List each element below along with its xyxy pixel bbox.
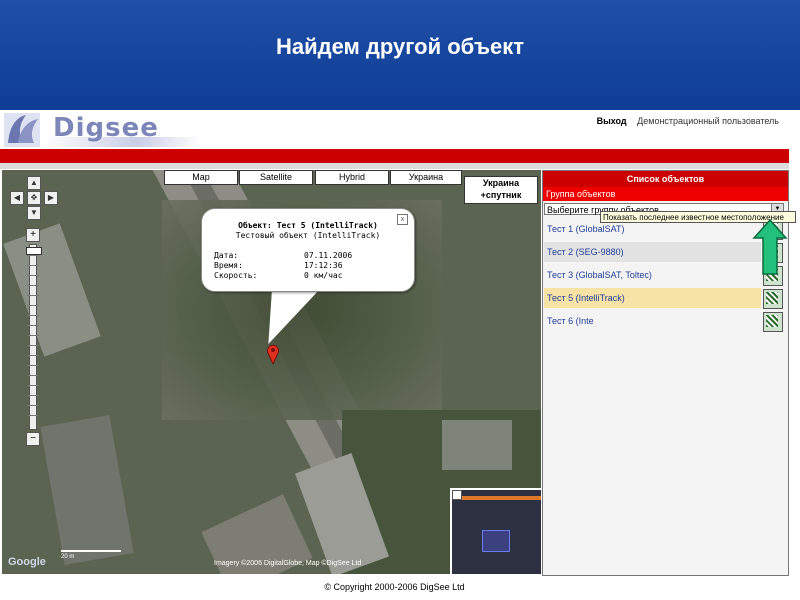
logo-mark-icon — [4, 113, 40, 147]
map-type-hybrid-button[interactable]: Hybrid — [315, 170, 389, 185]
map-thumbnail-icon — [766, 292, 778, 304]
info-window-subtitle: Тестовый объект (IntelliTrack) — [235, 231, 381, 240]
zoom-tick — [27, 295, 39, 296]
object-list-item[interactable]: Тест 2 (SEG-9880) — [544, 242, 761, 262]
app-topbar: Digsee Выход Демонстрационный пользовате… — [0, 111, 789, 149]
pan-right-icon[interactable]: ▶ — [44, 191, 58, 205]
object-list-item[interactable]: Тест 6 (Inte — [544, 311, 761, 331]
zoom-tick — [27, 335, 39, 336]
map-thumbnail-icon — [766, 315, 778, 327]
digsee-logo: Digsee — [4, 113, 199, 147]
map-imagery-credit: Imagery ©2006 DigitalGlobe, Map ©DigSee … — [214, 560, 362, 567]
google-logo: Google — [8, 556, 46, 568]
current-user-label: Демонстрационный пользователь — [637, 116, 779, 126]
zoom-tick — [27, 325, 39, 326]
overview-road — [452, 496, 541, 500]
overview-toggle-icon[interactable] — [452, 490, 462, 500]
info-label: Скорость: — [214, 271, 258, 280]
header-red-band — [0, 149, 789, 163]
map-scale: 20 m — [57, 544, 127, 562]
overview-map[interactable] — [450, 488, 541, 574]
active-type-line1: Украина — [482, 178, 520, 188]
zoom-slider[interactable] — [26, 244, 42, 430]
info-window-title: Объект: Тест 5 (IntelliTrack) — [238, 221, 378, 230]
zoom-tick — [27, 405, 39, 406]
digsee-app: Digsee Выход Демонстрационный пользовате… — [0, 111, 789, 600]
zoom-tick — [27, 255, 39, 256]
info-window: x Объект: Тест 5 (IntelliTrack) Тестовый… — [201, 208, 415, 292]
zoom-tick — [27, 275, 39, 276]
pan-up-icon[interactable]: ▲ — [27, 176, 41, 190]
info-label: Время: — [214, 261, 243, 270]
info-label: Дата: — [214, 251, 239, 260]
info-value: 17:12:36 — [304, 261, 343, 270]
zoom-slider-thumb[interactable] — [26, 247, 42, 255]
zoom-tick — [27, 375, 39, 376]
pointer-arrow-icon — [752, 218, 788, 275]
pan-left-icon[interactable]: ◀ — [10, 191, 24, 205]
zoom-tick — [27, 355, 39, 356]
map-type-satellite-button[interactable]: Satellite — [239, 170, 313, 185]
object-list-item[interactable]: Тест 3 (GlobalSAT, Toltec) — [544, 265, 761, 285]
active-type-line2: +спутник — [480, 190, 522, 200]
zoom-tick — [27, 385, 39, 386]
pan-down-icon[interactable]: ▼ — [27, 206, 41, 220]
zoom-tick — [27, 415, 39, 416]
map-type-ukraine-button[interactable]: Украина — [390, 170, 462, 185]
scale-label: 20 m — [61, 554, 75, 560]
map-building — [442, 420, 512, 470]
info-value: 0 км/час — [304, 271, 343, 280]
zoom-tick — [27, 395, 39, 396]
slide-title: Найдем другой объект — [275, 34, 525, 59]
map-building — [3, 223, 101, 357]
pan-control: ▲ ◀ ✥ ▶ ▼ — [10, 176, 58, 222]
show-location-icon[interactable] — [763, 312, 783, 332]
zoom-tick — [27, 265, 39, 266]
map-type-map-button[interactable]: Map — [164, 170, 238, 185]
logout-link[interactable]: Выход — [597, 116, 627, 126]
header-gray-strip — [0, 163, 789, 169]
scale-bar — [61, 550, 121, 552]
page-footer: © Copyright 2000-2006 DigSee Ltd — [324, 582, 465, 592]
zoom-tick — [27, 365, 39, 366]
zoom-out-button[interactable]: − — [26, 432, 40, 446]
pan-center-icon[interactable]: ✥ — [27, 191, 41, 205]
zoom-tick — [27, 315, 39, 316]
map-type-ukraine-satellite-button[interactable]: Украина +спутник — [464, 176, 538, 204]
zoom-tick — [27, 285, 39, 286]
zoom-tick — [27, 305, 39, 306]
overview-viewport-box[interactable] — [482, 530, 510, 552]
map-marker-icon[interactable] — [266, 344, 280, 364]
zoom-tick — [27, 345, 39, 346]
top-navigation: Выход Демонстрационный пользователь — [597, 116, 779, 126]
zoom-in-button[interactable]: + — [26, 228, 40, 242]
object-list-header: Список объектов — [543, 171, 788, 187]
map-building — [40, 414, 134, 566]
object-group-label: Группа объектов — [543, 187, 788, 201]
show-location-icon[interactable] — [763, 289, 783, 309]
map-view[interactable]: ▲ ◀ ✥ ▶ ▼ + − Map Satellite Hybrid Украи… — [2, 170, 541, 574]
logo-text: Digsee — [53, 113, 159, 143]
info-value: 07.11.2006 — [304, 251, 353, 260]
object-list-item[interactable]: Тест 5 (IntelliTrack) — [544, 288, 761, 308]
